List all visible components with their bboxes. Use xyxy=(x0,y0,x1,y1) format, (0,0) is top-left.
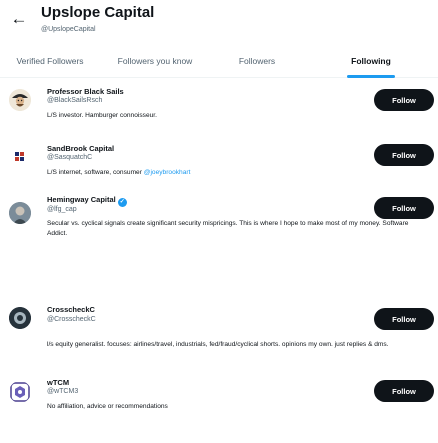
list-item[interactable]: wTCM @wTCM3 No affiliation, advice or re… xyxy=(0,365,438,443)
user-bio: l/s equity generalist. focuses: airlines… xyxy=(47,341,389,348)
tab-bar: Verified Followers Followers you know Fo… xyxy=(0,44,438,78)
sandbrook-logo-icon[interactable] xyxy=(9,146,31,168)
list-item[interactable]: Professor Black Sails @BlackSailsRsch L/… xyxy=(0,84,438,138)
sailor-avatar-icon[interactable] xyxy=(9,89,31,111)
follow-button[interactable]: Follow xyxy=(374,144,434,166)
wtcm-avatar-icon[interactable] xyxy=(9,381,31,403)
user-handle[interactable]: @CrosscheckC xyxy=(47,316,96,323)
user-handle[interactable]: @wTCM3 xyxy=(47,388,78,395)
user-name[interactable]: Professor Black Sails xyxy=(47,87,124,96)
user-bio-text: L/S internet, software, consumer xyxy=(47,169,142,176)
hemingway-avatar-icon[interactable] xyxy=(9,202,31,224)
user-bio: L/S investor. Hamburger connoisseur. xyxy=(47,112,157,119)
tab-followers[interactable]: Followers xyxy=(210,44,304,77)
user-bio: Secular vs. cyclical signals create sign… xyxy=(47,220,409,237)
user-name[interactable]: SandBrook Capital xyxy=(47,144,114,153)
user-handle[interactable]: @BlackSailsRsch xyxy=(47,97,102,104)
tab-followers-you-know[interactable]: Followers you know xyxy=(100,44,210,77)
tab-verified-followers[interactable]: Verified Followers xyxy=(0,44,100,77)
user-bio: L/S internet, software, consumer @joeybr… xyxy=(47,168,429,178)
arrow-left-icon[interactable]: ← xyxy=(8,8,30,30)
follow-button[interactable]: Follow xyxy=(374,197,434,219)
profile-header: ← Upslope Capital @UpslopeCapital xyxy=(0,0,438,44)
list-item[interactable]: CrosscheckC @CrosscheckC Follow xyxy=(0,252,438,330)
verified-badge-icon: ✓ xyxy=(117,198,127,207)
user-handle[interactable]: @SasquatchC xyxy=(47,154,92,161)
user-name[interactable]: CrosscheckC xyxy=(47,305,95,314)
crosscheck-avatar-icon[interactable] xyxy=(9,307,31,329)
list-item[interactable]: SandBrook Capital @SasquatchC L/S intern… xyxy=(0,139,438,191)
profile-handle: @UpslopeCapital xyxy=(41,26,96,33)
user-name[interactable]: wTCM xyxy=(47,378,69,387)
user-name[interactable]: Hemingway Capital xyxy=(47,195,116,204)
follow-button[interactable]: Follow xyxy=(374,380,434,402)
follow-button[interactable]: Follow xyxy=(374,89,434,111)
follow-button[interactable]: Follow xyxy=(374,308,434,330)
list-item[interactable]: Hemingway Capital ✓ @lfg_cap Secular vs. … xyxy=(0,192,438,252)
page-title: Upslope Capital xyxy=(41,4,155,21)
bio-mention-link[interactable]: @joeybrookhart xyxy=(144,169,191,176)
tab-following[interactable]: Following xyxy=(304,44,438,77)
user-handle[interactable]: @lfg_cap xyxy=(47,206,77,213)
user-bio: No affiliation, advice or recommendation… xyxy=(47,403,168,410)
